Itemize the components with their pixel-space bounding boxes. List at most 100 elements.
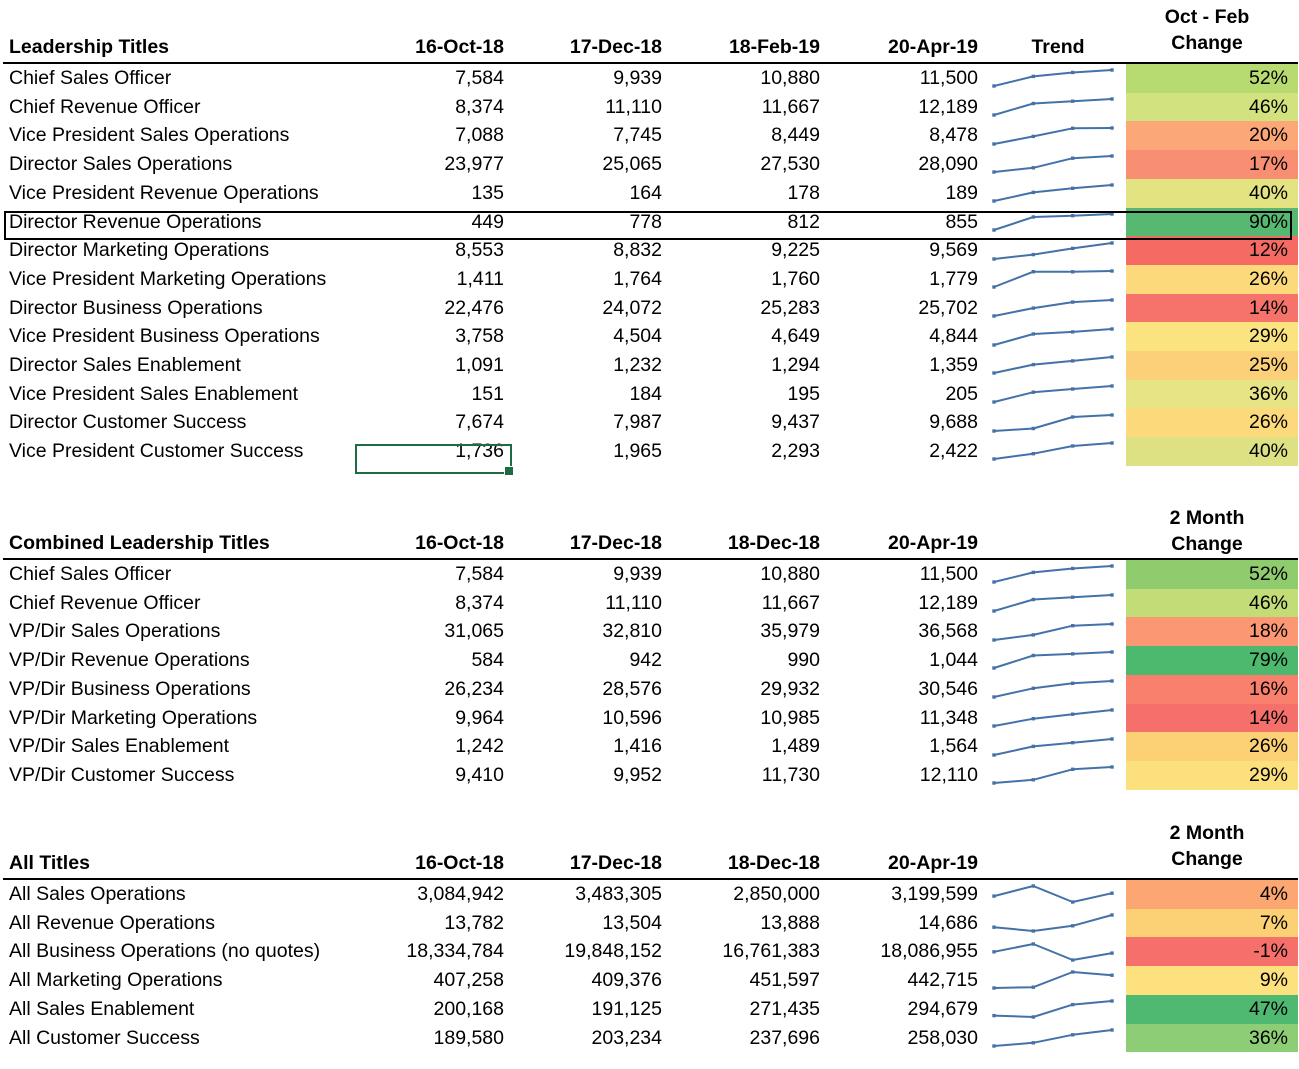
value-cell[interactable]: 11,500 [832,63,990,93]
value-cell[interactable]: 11,348 [832,704,990,733]
value-cell[interactable]: 1,564 [832,732,990,761]
change-cell[interactable]: 46% [1126,92,1298,122]
value-cell[interactable]: 2,850,000 [674,879,832,909]
value-cell[interactable]: 7,088 [358,121,516,150]
row-label[interactable]: Chief Sales Officer [3,559,358,589]
value-cell[interactable]: 200,168 [358,995,516,1024]
table-row[interactable]: Director Sales Operations 23,977 25,065 27,… [3,150,1298,179]
table-row[interactable]: Vice President Marketing Operations 1,411… [3,264,1298,294]
row-label[interactable]: Director Business Operations [3,294,358,323]
trend-sparkline[interactable] [990,995,1126,1024]
change-cell[interactable]: 7% [1126,908,1298,938]
change-cell[interactable]: 26% [1126,264,1298,294]
value-cell[interactable]: 8,374 [358,93,516,122]
trend-sparkline[interactable] [990,236,1126,265]
value-cell[interactable]: 271,435 [674,995,832,1024]
row-label[interactable]: Vice President Marketing Operations [3,265,358,294]
value-cell[interactable]: 16,761,383 [674,937,832,966]
value-cell[interactable]: 184 [516,380,674,409]
trend-sparkline[interactable] [990,150,1126,179]
value-cell[interactable]: 1,764 [516,265,674,294]
table-2-date-header-2[interactable]: 18-Dec-18 [674,848,832,880]
change-cell[interactable]: 90% [1126,207,1298,237]
row-label[interactable]: Vice President Business Operations [3,322,358,351]
value-cell[interactable]: 8,832 [516,236,674,265]
trend-sparkline[interactable] [990,380,1126,409]
trend-sparkline[interactable] [990,294,1126,323]
row-label[interactable]: VP/Dir Business Operations [3,675,358,704]
value-cell[interactable]: 11,500 [832,559,990,589]
row-label[interactable]: VP/Dir Sales Operations [3,617,358,646]
value-cell[interactable]: 9,939 [516,63,674,93]
value-cell[interactable]: 22,476 [358,294,516,323]
row-label[interactable]: All Revenue Operations [3,909,358,938]
row-label[interactable]: Director Sales Enablement [3,351,358,380]
value-cell[interactable]: 3,758 [358,322,516,351]
trend-sparkline[interactable] [990,675,1126,704]
table-row[interactable]: Vice President Sales Operations 7,088 7,74… [3,121,1298,151]
value-cell[interactable]: 203,234 [516,1024,674,1053]
value-cell[interactable]: 1,965 [516,437,674,466]
table-1-trend-header[interactable] [990,528,1126,560]
table-0-date-header-0[interactable]: 16-Oct-18 [358,32,516,64]
value-cell[interactable]: 164 [516,179,674,208]
table-row[interactable]: VP/Dir Marketing Operations 9,964 10,596 10… [3,703,1298,733]
table-row[interactable]: Vice President Business Operations 3,758 4… [3,322,1298,352]
value-cell[interactable]: 13,888 [674,909,832,938]
value-cell[interactable]: 2,293 [674,437,832,466]
value-cell[interactable]: 9,688 [832,408,990,437]
table-row[interactable]: VP/Dir Sales Enablement 1,242 1,416 1,489 1,… [3,732,1298,761]
trend-sparkline[interactable] [990,121,1126,150]
value-cell[interactable]: 1,416 [516,732,674,761]
value-cell[interactable]: 24,072 [516,294,674,323]
row-label[interactable]: VP/Dir Customer Success [3,761,358,790]
value-cell[interactable]: 25,702 [832,294,990,323]
value-cell[interactable]: 12,189 [832,93,990,122]
value-cell[interactable]: 28,576 [516,675,674,704]
trend-sparkline[interactable] [990,646,1126,675]
value-cell[interactable]: 1,044 [832,646,990,675]
value-cell[interactable]: 4,504 [516,322,674,351]
table-0-date-header-1[interactable]: 17-Dec-18 [516,32,674,64]
value-cell[interactable]: 12,189 [832,589,990,618]
value-cell[interactable]: 11,667 [674,93,832,122]
trend-sparkline[interactable] [990,93,1126,122]
row-label[interactable]: Vice President Sales Enablement [3,380,358,409]
row-label[interactable]: Chief Sales Officer [3,63,358,93]
value-cell[interactable]: 4,844 [832,322,990,351]
value-cell[interactable]: 195 [674,380,832,409]
value-cell[interactable]: 407,258 [358,966,516,995]
value-cell[interactable]: 1,294 [674,351,832,380]
value-cell[interactable]: 31,065 [358,617,516,646]
value-cell[interactable]: 32,810 [516,617,674,646]
value-cell[interactable]: 9,964 [358,704,516,733]
value-cell[interactable]: 258,030 [832,1024,990,1053]
row-label[interactable]: Director Sales Operations [3,150,358,179]
row-label[interactable]: Vice President Sales Operations [3,121,358,150]
trend-sparkline[interactable] [990,1024,1126,1053]
table-0-date-header-2[interactable]: 18-Feb-19 [674,32,832,64]
value-cell[interactable]: 7,987 [516,408,674,437]
change-cell[interactable]: 46% [1126,588,1298,618]
value-cell[interactable]: 8,553 [358,236,516,265]
change-cell[interactable]: 36% [1126,1023,1298,1053]
table-row[interactable]: All Business Operations (no quotes) 18,33… [3,937,1298,967]
change-cell[interactable]: -1% [1126,937,1298,967]
table-row[interactable]: Chief Sales Officer 7,584 9,939 10,880 11,50… [3,559,1298,589]
table-row[interactable]: Director Marketing Operations 8,553 8,832 9… [3,236,1298,265]
value-cell[interactable]: 4,649 [674,322,832,351]
value-cell[interactable]: 3,199,599 [832,879,990,909]
value-cell[interactable]: 1,736 [358,437,516,466]
value-cell[interactable]: 7,584 [358,63,516,93]
trend-sparkline[interactable] [990,351,1126,380]
table-row[interactable]: All Sales Enablement 200,168 191,125 271,43… [3,994,1298,1024]
fill-handle[interactable] [504,466,514,476]
row-label[interactable]: Vice President Customer Success [3,437,358,466]
value-cell[interactable]: 25,283 [674,294,832,323]
table-row[interactable]: All Sales Operations 3,084,942 3,483,305 2,… [3,879,1298,909]
table-1-date-header-1[interactable]: 17-Dec-18 [516,528,674,560]
value-cell[interactable]: 442,715 [832,966,990,995]
value-cell[interactable]: 778 [516,208,674,237]
table-row[interactable]: Chief Sales Officer 7,584 9,939 10,880 11,50… [3,63,1298,93]
table-row[interactable]: Vice President Sales Enablement 151 184 195… [3,379,1298,409]
